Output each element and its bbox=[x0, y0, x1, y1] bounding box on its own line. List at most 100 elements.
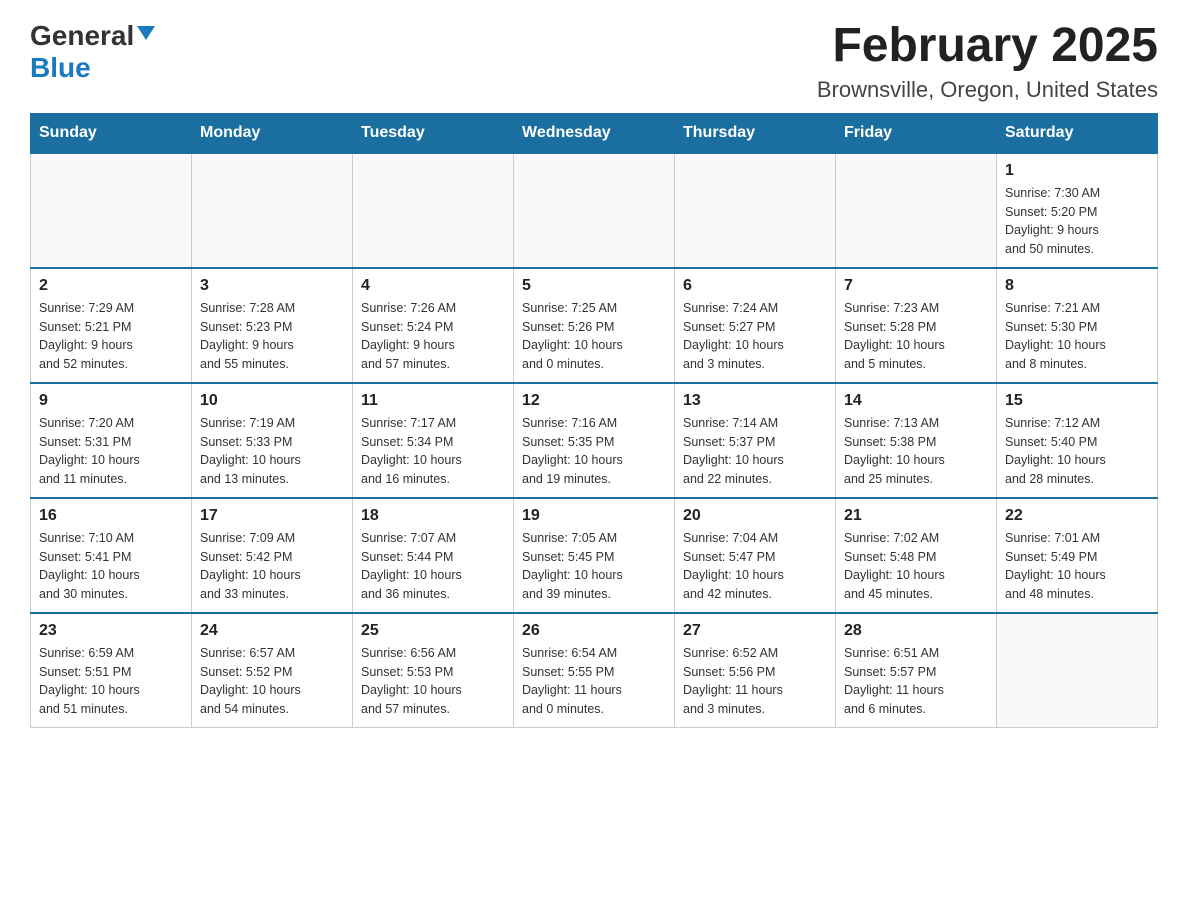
day-number: 9 bbox=[39, 392, 183, 410]
month-title: February 2025 bbox=[817, 20, 1158, 73]
table-row: 15 Sunrise: 7:12 AMSunset: 5:40 PMDayligh… bbox=[997, 383, 1158, 498]
location-title: Brownsville, Oregon, United States bbox=[817, 77, 1158, 103]
calendar-week-row: 1 Sunrise: 7:30 AMSunset: 5:20 PMDaylight… bbox=[31, 153, 1158, 268]
col-sunday: Sunday bbox=[31, 113, 192, 153]
day-info: Sunrise: 7:04 AMSunset: 5:47 PMDaylight:… bbox=[683, 529, 827, 604]
page-header: General Blue February 2025 Brownsville, … bbox=[30, 20, 1158, 103]
table-row: 20 Sunrise: 7:04 AMSunset: 5:47 PMDayligh… bbox=[675, 498, 836, 613]
day-info: Sunrise: 7:17 AMSunset: 5:34 PMDaylight:… bbox=[361, 414, 505, 489]
day-number: 5 bbox=[522, 277, 666, 295]
day-number: 2 bbox=[39, 277, 183, 295]
day-number: 4 bbox=[361, 277, 505, 295]
day-number: 13 bbox=[683, 392, 827, 410]
day-info: Sunrise: 7:10 AMSunset: 5:41 PMDaylight:… bbox=[39, 529, 183, 604]
table-row: 3 Sunrise: 7:28 AMSunset: 5:23 PMDaylight… bbox=[192, 268, 353, 383]
day-number: 12 bbox=[522, 392, 666, 410]
day-number: 8 bbox=[1005, 277, 1149, 295]
day-info: Sunrise: 6:59 AMSunset: 5:51 PMDaylight:… bbox=[39, 644, 183, 719]
table-row: 11 Sunrise: 7:17 AMSunset: 5:34 PMDayligh… bbox=[353, 383, 514, 498]
table-row: 17Sunrise: 7:09 AMSunset: 5:42 PMDayligh… bbox=[192, 498, 353, 613]
logo: General Blue bbox=[30, 20, 155, 84]
day-number: 20 bbox=[683, 507, 827, 525]
table-row: 7Sunrise: 7:23 AMSunset: 5:28 PMDaylight… bbox=[836, 268, 997, 383]
table-row bbox=[514, 153, 675, 268]
day-info: Sunrise: 7:21 AMSunset: 5:30 PMDaylight:… bbox=[1005, 299, 1149, 374]
day-number: 21 bbox=[844, 507, 988, 525]
title-section: February 2025 Brownsville, Oregon, Unite… bbox=[817, 20, 1158, 103]
table-row: 5 Sunrise: 7:25 AMSunset: 5:26 PMDaylight… bbox=[514, 268, 675, 383]
day-info: Sunrise: 7:26 AMSunset: 5:24 PMDaylight:… bbox=[361, 299, 505, 374]
day-info: Sunrise: 7:07 AMSunset: 5:44 PMDaylight:… bbox=[361, 529, 505, 604]
day-number: 17 bbox=[200, 507, 344, 525]
day-info: Sunrise: 6:51 AMSunset: 5:57 PMDaylight:… bbox=[844, 644, 988, 719]
calendar-week-row: 16 Sunrise: 7:10 AMSunset: 5:41 PMDayligh… bbox=[31, 498, 1158, 613]
day-info: Sunrise: 7:19 AMSunset: 5:33 PMDaylight:… bbox=[200, 414, 344, 489]
day-info: Sunrise: 6:54 AMSunset: 5:55 PMDaylight:… bbox=[522, 644, 666, 719]
table-row: 8 Sunrise: 7:21 AMSunset: 5:30 PMDaylight… bbox=[997, 268, 1158, 383]
calendar-table: Sunday Monday Tuesday Wednesday Thursday… bbox=[30, 113, 1158, 728]
table-row bbox=[836, 153, 997, 268]
day-number: 27 bbox=[683, 622, 827, 640]
table-row: 22Sunrise: 7:01 AMSunset: 5:49 PMDayligh… bbox=[997, 498, 1158, 613]
table-row bbox=[192, 153, 353, 268]
day-info: Sunrise: 7:29 AMSunset: 5:21 PMDaylight:… bbox=[39, 299, 183, 374]
day-number: 25 bbox=[361, 622, 505, 640]
day-number: 10 bbox=[200, 392, 344, 410]
day-number: 22 bbox=[1005, 507, 1149, 525]
day-number: 23 bbox=[39, 622, 183, 640]
table-row: 1 Sunrise: 7:30 AMSunset: 5:20 PMDaylight… bbox=[997, 153, 1158, 268]
table-row: 19 Sunrise: 7:05 AMSunset: 5:45 PMDayligh… bbox=[514, 498, 675, 613]
day-info: Sunrise: 7:25 AMSunset: 5:26 PMDaylight:… bbox=[522, 299, 666, 374]
calendar-header-row: Sunday Monday Tuesday Wednesday Thursday… bbox=[31, 113, 1158, 153]
day-number: 1 bbox=[1005, 162, 1149, 180]
day-number: 3 bbox=[200, 277, 344, 295]
col-monday: Monday bbox=[192, 113, 353, 153]
day-info: Sunrise: 7:12 AMSunset: 5:40 PMDaylight:… bbox=[1005, 414, 1149, 489]
table-row bbox=[31, 153, 192, 268]
day-info: Sunrise: 7:30 AMSunset: 5:20 PMDaylight:… bbox=[1005, 184, 1149, 259]
table-row bbox=[675, 153, 836, 268]
day-info: Sunrise: 7:13 AMSunset: 5:38 PMDaylight:… bbox=[844, 414, 988, 489]
day-info: Sunrise: 7:20 AMSunset: 5:31 PMDaylight:… bbox=[39, 414, 183, 489]
day-number: 11 bbox=[361, 392, 505, 410]
table-row: 18Sunrise: 7:07 AMSunset: 5:44 PMDayligh… bbox=[353, 498, 514, 613]
day-info: Sunrise: 7:14 AMSunset: 5:37 PMDaylight:… bbox=[683, 414, 827, 489]
table-row: 24 Sunrise: 6:57 AMSunset: 5:52 PMDayligh… bbox=[192, 613, 353, 728]
day-info: Sunrise: 7:16 AMSunset: 5:35 PMDaylight:… bbox=[522, 414, 666, 489]
day-info: Sunrise: 7:28 AMSunset: 5:23 PMDaylight:… bbox=[200, 299, 344, 374]
day-number: 15 bbox=[1005, 392, 1149, 410]
col-thursday: Thursday bbox=[675, 113, 836, 153]
day-info: Sunrise: 6:56 AMSunset: 5:53 PMDaylight:… bbox=[361, 644, 505, 719]
day-number: 24 bbox=[200, 622, 344, 640]
table-row bbox=[997, 613, 1158, 728]
table-row: 27Sunrise: 6:52 AMSunset: 5:56 PMDayligh… bbox=[675, 613, 836, 728]
table-row: 14 Sunrise: 7:13 AMSunset: 5:38 PMDayligh… bbox=[836, 383, 997, 498]
col-wednesday: Wednesday bbox=[514, 113, 675, 153]
day-number: 14 bbox=[844, 392, 988, 410]
col-tuesday: Tuesday bbox=[353, 113, 514, 153]
table-row: 2 Sunrise: 7:29 AMSunset: 5:21 PMDaylight… bbox=[31, 268, 192, 383]
table-row bbox=[353, 153, 514, 268]
calendar-week-row: 2 Sunrise: 7:29 AMSunset: 5:21 PMDaylight… bbox=[31, 268, 1158, 383]
day-info: Sunrise: 6:57 AMSunset: 5:52 PMDaylight:… bbox=[200, 644, 344, 719]
day-info: Sunrise: 7:05 AMSunset: 5:45 PMDaylight:… bbox=[522, 529, 666, 604]
day-number: 19 bbox=[522, 507, 666, 525]
day-number: 16 bbox=[39, 507, 183, 525]
table-row: 10 Sunrise: 7:19 AMSunset: 5:33 PMDayligh… bbox=[192, 383, 353, 498]
table-row: 6Sunrise: 7:24 AMSunset: 5:27 PMDaylight… bbox=[675, 268, 836, 383]
day-info: Sunrise: 7:23 AMSunset: 5:28 PMDaylight:… bbox=[844, 299, 988, 374]
table-row: 12 Sunrise: 7:16 AMSunset: 5:35 PMDayligh… bbox=[514, 383, 675, 498]
col-friday: Friday bbox=[836, 113, 997, 153]
table-row: 28 Sunrise: 6:51 AMSunset: 5:57 PMDayligh… bbox=[836, 613, 997, 728]
col-saturday: Saturday bbox=[997, 113, 1158, 153]
table-row: 16 Sunrise: 7:10 AMSunset: 5:41 PMDayligh… bbox=[31, 498, 192, 613]
calendar-week-row: 23 Sunrise: 6:59 AMSunset: 5:51 PMDayligh… bbox=[31, 613, 1158, 728]
table-row: 4 Sunrise: 7:26 AMSunset: 5:24 PMDaylight… bbox=[353, 268, 514, 383]
logo-blue-text: Blue bbox=[30, 52, 91, 83]
day-number: 28 bbox=[844, 622, 988, 640]
table-row: 21Sunrise: 7:02 AMSunset: 5:48 PMDayligh… bbox=[836, 498, 997, 613]
table-row: 23 Sunrise: 6:59 AMSunset: 5:51 PMDayligh… bbox=[31, 613, 192, 728]
table-row: 13 Sunrise: 7:14 AMSunset: 5:37 PMDayligh… bbox=[675, 383, 836, 498]
table-row: 25 Sunrise: 6:56 AMSunset: 5:53 PMDayligh… bbox=[353, 613, 514, 728]
day-number: 6 bbox=[683, 277, 827, 295]
